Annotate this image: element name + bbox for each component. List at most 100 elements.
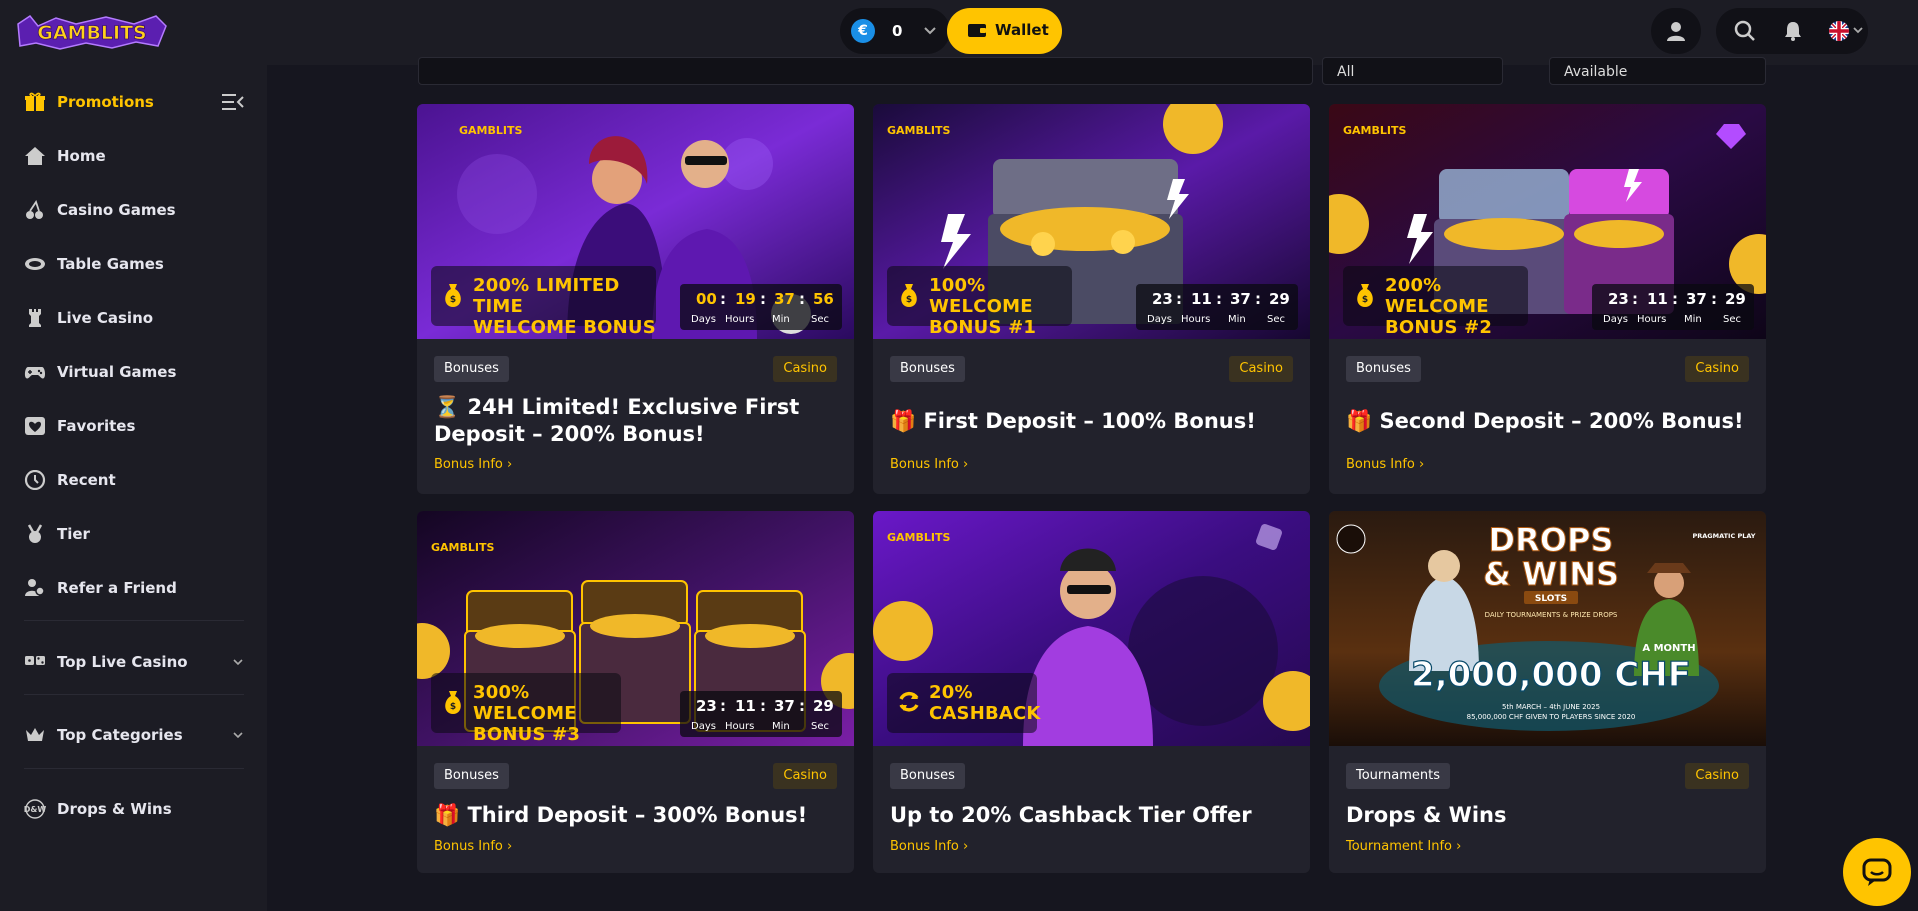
sidebar-item-label: Recent: [57, 471, 116, 489]
sidebar-item-home[interactable]: Home: [0, 136, 267, 176]
tournament-info-link[interactable]: Tournament Info ›: [1346, 839, 1461, 854]
promo-card[interactable]: GAMBLITS $ 300% WELCOME BONUS #3 23 : 11 …: [417, 511, 854, 873]
promo-title: Drops & Wins: [1346, 803, 1507, 827]
promo-banner-text: $ 300% WELCOME BONUS #3: [431, 673, 621, 745]
sidebar-item-recent[interactable]: Recent: [0, 460, 267, 500]
money-bag-icon: $: [1357, 284, 1373, 307]
gamblits-logo[interactable]: GAMBLITS: [16, 12, 168, 52]
casino-badge: Casino: [1685, 763, 1749, 789]
balance-selector[interactable]: € 0: [840, 8, 950, 54]
timer-label-days: Days: [691, 314, 716, 325]
sidebar-item-promotions[interactable]: Promotions: [0, 82, 267, 122]
sidebar-item-label: Virtual Games: [57, 363, 177, 381]
sidebar-item-label: Favorites: [57, 417, 136, 435]
status-filter-value: Available: [1564, 64, 1628, 80]
svg-text:A MONTH: A MONTH: [1642, 643, 1695, 654]
svg-text:5th MARCH – 4th JUNE 2025: 5th MARCH – 4th JUNE 2025: [1502, 703, 1600, 711]
sidebar-item-label: Promotions: [57, 93, 154, 111]
search-filter-field[interactable]: [418, 57, 1313, 85]
sidebar-item-refer-a-friend[interactable]: Refer a Friend: [0, 568, 267, 608]
timer-sec: 56: [813, 290, 834, 308]
banner-line-1: 100% WELCOME: [929, 275, 1033, 317]
cherries-icon: [26, 200, 43, 219]
chevron-down-icon: [924, 27, 936, 35]
promo-title: 🎁 First Deposit – 100% Bonus!: [890, 409, 1256, 433]
casino-badge: Casino: [1685, 356, 1749, 382]
chess-rook-icon: [29, 309, 41, 327]
category-filter-select[interactable]: All: [1322, 57, 1503, 85]
promo-banner-text: $ 200% WELCOME BONUS #2: [1343, 266, 1528, 338]
sidebar-section-top-categories[interactable]: Top Categories: [0, 715, 267, 755]
timer-sec: 29: [813, 697, 834, 715]
promo-title: Up to 20% Cashback Tier Offer: [890, 803, 1252, 827]
sidebar-item-casino-games[interactable]: Casino Games: [0, 190, 267, 230]
sidebar-section-label: Top Live Casino: [57, 653, 188, 671]
sidebar-item-label: Tier: [57, 525, 90, 543]
cashback-icon: [899, 691, 919, 712]
promo-card[interactable]: GAMBLITS $ 200% LIMITED TIME WELCOME BONU…: [417, 104, 854, 494]
banner-line-2: BONUS #1: [929, 317, 1037, 338]
wallet-label: Wallet: [995, 21, 1049, 39]
timer-sec: 29: [1725, 290, 1746, 308]
status-filter-select[interactable]: Available: [1549, 57, 1766, 85]
svg-text:DROPS: DROPS: [1489, 521, 1614, 559]
timer-label-min: Min: [772, 314, 790, 325]
sidebar-item-table-games[interactable]: Table Games: [0, 244, 267, 284]
promo-title: 🎁 Third Deposit – 300% Bonus!: [434, 803, 808, 827]
sidebar-item-favorites[interactable]: Favorites: [0, 406, 267, 446]
user-button[interactable]: [1651, 8, 1701, 54]
user-icon: [1667, 22, 1685, 41]
timer-label-sec: Sec: [811, 314, 829, 325]
sidebar-divider: [24, 768, 244, 769]
promo-card[interactable]: DROPS & WINS SLOTS DAILY TOURNAMENTS & P…: [1329, 511, 1766, 873]
promo-card[interactable]: GAMBLITS 20% CASHBACK Bonuses Up to 20% C…: [873, 511, 1310, 873]
search-icon[interactable]: [1734, 20, 1756, 42]
promo-title: ⏳ 24H Limited! Exclusive First Deposit –…: [434, 395, 800, 446]
svg-text:GAMBLITS: GAMBLITS: [459, 124, 522, 137]
bonus-info-link[interactable]: Bonus Info ›: [890, 839, 968, 854]
promotions-content: All Available GAMBLITS $ 200% LIMITED TI…: [267, 57, 1918, 911]
sidebar-section-top-live-casino[interactable]: Top Live Casino: [0, 642, 267, 682]
live-chat-button[interactable]: [1843, 838, 1911, 906]
sidebar-item-virtual-games[interactable]: Virtual Games: [0, 352, 267, 392]
crown-icon: [26, 728, 44, 741]
promo-card[interactable]: GAMBLITS $ 100% WELCOME BONUS #1 23 : 11 …: [873, 104, 1310, 494]
timer-hours: 11: [735, 697, 756, 715]
svg-text:$: $: [906, 295, 912, 305]
banner-line-1: 200% WELCOME: [1385, 275, 1489, 317]
category-filter-value: All: [1337, 64, 1355, 80]
bonus-info-link[interactable]: Bonus Info ›: [890, 457, 968, 472]
uk-flag-icon[interactable]: [1828, 20, 1850, 42]
bonus-info-link[interactable]: Bonus Info ›: [434, 457, 512, 472]
timer-min: 37: [774, 697, 795, 715]
chevron-down-icon: [233, 732, 243, 739]
table-icon: [25, 258, 45, 270]
sidebar-item-live-casino[interactable]: Live Casino: [0, 298, 267, 338]
banner-line-1: 20%: [929, 682, 973, 703]
banner-line-2: CASHBACK: [929, 703, 1041, 724]
countdown-timer: 23 : 11 : 37 : 29 Days Hours Min Sec: [680, 691, 842, 737]
banner-line-1: 200% LIMITED TIME: [473, 275, 620, 317]
countdown-timer: 00 : 19 : 37 : 56 Days Hours Min Sec: [680, 284, 842, 330]
sidebar-item-label: Drops & Wins: [57, 800, 172, 818]
sidebar-divider: [24, 694, 244, 695]
sidebar-item-tier[interactable]: Tier: [0, 514, 267, 554]
timer-label-hours: Hours: [1181, 314, 1211, 325]
bonus-info-link[interactable]: Bonus Info ›: [434, 839, 512, 854]
bonus-info-link[interactable]: Bonus Info ›: [1346, 457, 1424, 472]
promo-banner-image: DROPS & WINS SLOTS DAILY TOURNAMENTS & P…: [1329, 511, 1766, 746]
dice-icon: [25, 656, 45, 665]
bell-icon[interactable]: [1782, 20, 1804, 42]
sidebar-section-label: Top Categories: [57, 726, 183, 744]
sidebar-item-drops-wins[interactable]: D&W Drops & Wins: [0, 789, 267, 829]
promo-card[interactable]: GAMBLITS $ 200% WELCOME BONUS #2 23 : 11 …: [1329, 104, 1766, 494]
svg-text:GAMBLITS: GAMBLITS: [1343, 124, 1406, 137]
timer-days: 23: [696, 697, 717, 715]
timer-min: 37: [774, 290, 795, 308]
timer-min: 37: [1686, 290, 1707, 308]
wallet-button[interactable]: Wallet: [947, 8, 1062, 54]
casino-badge: Casino: [773, 763, 837, 789]
banner-line-2: BONUS #2: [1385, 317, 1493, 338]
timer-hours: 19: [735, 290, 756, 308]
timer-label-days: Days: [1603, 314, 1628, 325]
